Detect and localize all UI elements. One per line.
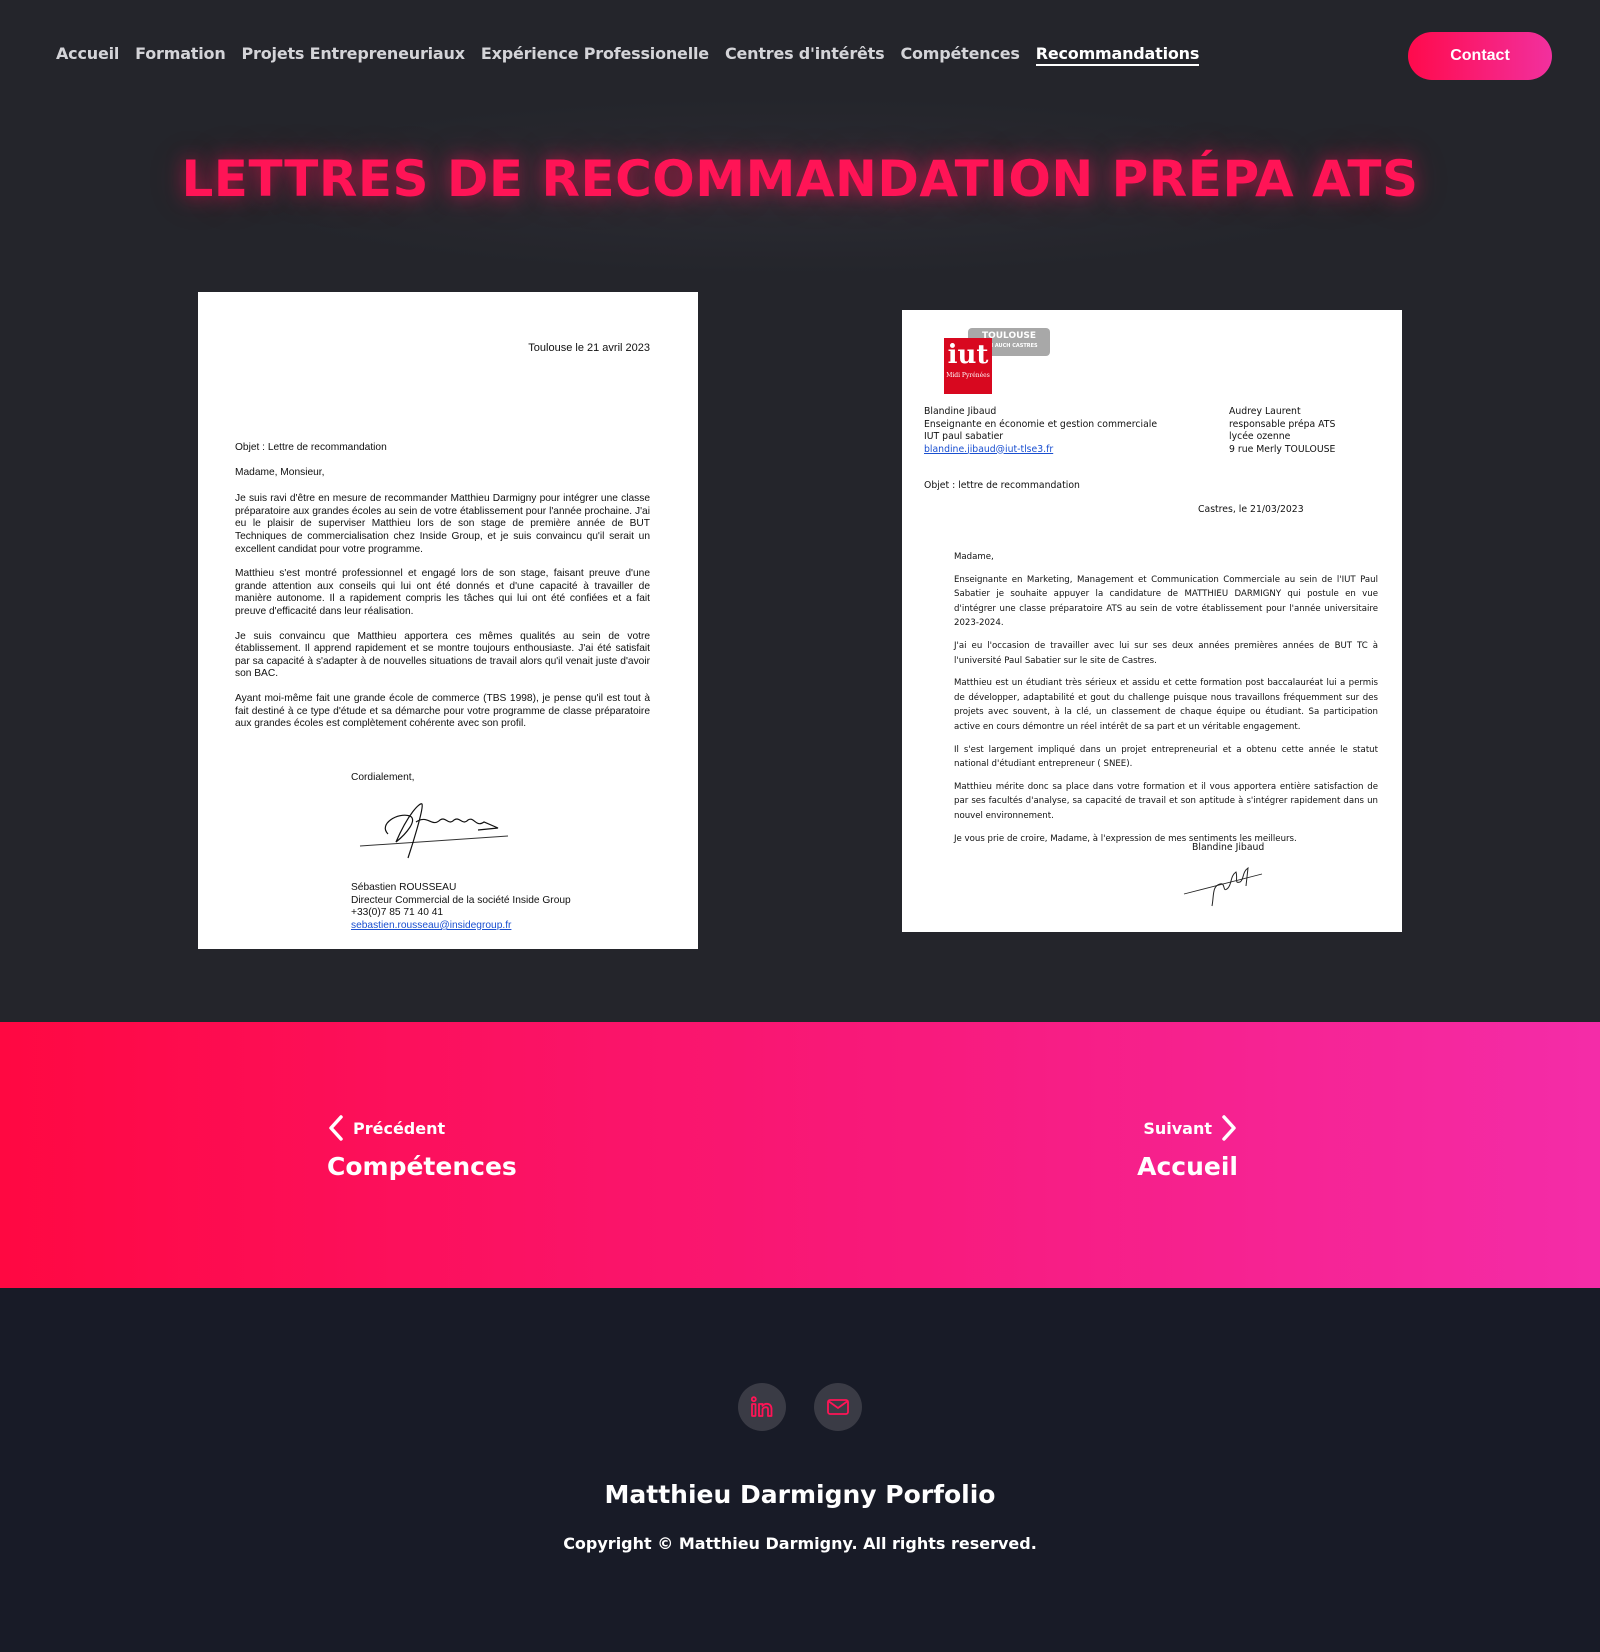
next-page-title: Accueil — [1137, 1152, 1238, 1181]
previous-page-link[interactable]: Précédent Compétences — [327, 1114, 517, 1181]
letter-paragraph: J'ai eu l'occasion de travailler avec lu… — [954, 640, 1378, 666]
letter-paragraph: Je vous prie de croire, Madame, à l'expr… — [954, 833, 1297, 844]
letter-paragraph: Je suis ravi d'être en mesure de recomma… — [235, 493, 650, 555]
letter-sender-block: Blandine Jibaud Enseignante en économie … — [924, 406, 1157, 456]
recommendation-letter-iut[interactable]: TOULOUSE ALBI AUCH CASTRES iut Midi Pyré… — [902, 310, 1402, 932]
footer-site-name: Matthieu Darmigny Porfolio — [604, 1480, 996, 1509]
letter-date: Castres, le 21/03/2023 — [1198, 504, 1304, 515]
letter-recipient-block: Audrey Laurent responsable prépa ATS lyc… — [1229, 406, 1335, 456]
next-label: Suivant — [1143, 1118, 1212, 1138]
previous-label: Précédent — [353, 1118, 446, 1138]
recipient-line: Audrey Laurent — [1229, 406, 1301, 417]
previous-direction: Précédent — [327, 1114, 517, 1142]
letter-paragraph: Ayant moi-même fait une grande école de … — [235, 692, 650, 730]
letter-objet: Objet : Lettre de recommandation — [235, 442, 387, 453]
linkedin-link[interactable] — [738, 1383, 786, 1431]
email-link[interactable] — [814, 1383, 862, 1431]
nav-item-projets[interactable]: Projets Entrepreneuriaux — [242, 44, 466, 66]
letter-paragraph: Il s'est largement impliqué dans un proj… — [954, 744, 1378, 770]
letter-date: Toulouse le 21 avril 2023 — [528, 342, 650, 354]
nav-item-centres-interets[interactable]: Centres d'intérêts — [725, 44, 885, 66]
letter-paragraph: Matthieu mérite donc sa place dans votre… — [954, 781, 1378, 821]
chevron-right-icon — [1222, 1115, 1236, 1141]
recommendation-letter-inside-group[interactable]: Toulouse le 21 avril 2023 Objet : Lettre… — [198, 292, 698, 949]
signature-image — [1183, 866, 1263, 907]
letter-body: Objet : Lettre de recommandation Madame,… — [235, 442, 650, 743]
recipient-line: responsable prépa ATS — [1229, 418, 1336, 430]
letter-salutation: Madame, — [954, 552, 994, 562]
nav-item-experience[interactable]: Expérience Professionelle — [481, 44, 709, 66]
nav-item-accueil[interactable]: Accueil — [56, 44, 119, 66]
sender-line: IUT paul sabatier — [924, 431, 1004, 442]
sender-line: Enseignante en économie et gestion comme… — [924, 418, 1158, 430]
letter-closing: Cordialement, — [351, 772, 415, 783]
nav-item-recommandations[interactable]: Recommandations — [1035, 44, 1199, 66]
signer-phone: +33(0)7 85 71 40 41 — [351, 907, 444, 919]
letter-paragraph: Je suis convaincu que Matthieu apportera… — [235, 630, 650, 680]
nav-item-competences[interactable]: Compétences — [900, 44, 1019, 66]
letter-objet: Objet : lettre de recommandation — [924, 480, 1080, 491]
previous-page-title: Compétences — [327, 1152, 517, 1181]
contact-button[interactable]: Contact — [1408, 32, 1552, 80]
site-footer: Matthieu Darmigny Porfolio Copyright © M… — [0, 1288, 1600, 1652]
sender-line: Blandine Jibaud — [924, 406, 997, 417]
signer-email-link[interactable]: sebastien.rousseau@insidegroup.fr — [351, 920, 571, 933]
recipient-line: lycée ozenne — [1229, 431, 1291, 442]
page-navigation-banner: Précédent Compétences Suivant Accueil — [0, 1022, 1600, 1288]
mail-icon — [827, 1399, 849, 1415]
signer-name: Blandine Jibaud — [1192, 842, 1265, 853]
recipient-line: 9 rue Merly TOULOUSE — [1229, 443, 1336, 455]
letter-salutation: Madame, Monsieur, — [235, 466, 325, 478]
nav-links: Accueil Formation Projets Entrepreneuria… — [56, 44, 1215, 66]
letter-paragraph: Matthieu s'est montré professionnel et e… — [235, 568, 650, 617]
linkedin-icon — [750, 1396, 773, 1417]
letter-signer-block: Sébastien ROUSSEAU Directeur Commercial … — [351, 882, 571, 932]
next-direction: Suivant — [1137, 1114, 1238, 1142]
sender-email-link[interactable]: blandine.jibaud@iut-tlse3.fr — [924, 444, 1157, 457]
chevron-left-icon — [329, 1115, 343, 1141]
signer-title: Directeur Commercial de la société Insid… — [351, 894, 571, 906]
signer-name: Sébastien ROUSSEAU — [351, 882, 457, 893]
letter-body: Madame, Enseignante en Marketing, Manage… — [954, 550, 1378, 854]
letter-paragraph: Enseignante en Marketing, Management et … — [954, 574, 1378, 629]
page-title: LETTRES DE RECOMMANDATION PRÉPA ATS — [181, 150, 1419, 208]
nav-item-formation[interactable]: Formation — [135, 44, 226, 66]
social-links — [0, 1383, 1600, 1431]
footer-copyright: Copyright © Matthieu Darmigny. All right… — [563, 1534, 1037, 1553]
next-page-link[interactable]: Suivant Accueil — [1137, 1114, 1238, 1181]
iut-logo: TOULOUSE ALBI AUCH CASTRES iut Midi Pyré… — [944, 328, 1054, 396]
iut-logo-badge: iut Midi Pyrénées — [944, 338, 992, 394]
letter-paragraph: Matthieu est un étudiant très sérieux et… — [954, 678, 1378, 732]
signature-image — [359, 803, 509, 859]
